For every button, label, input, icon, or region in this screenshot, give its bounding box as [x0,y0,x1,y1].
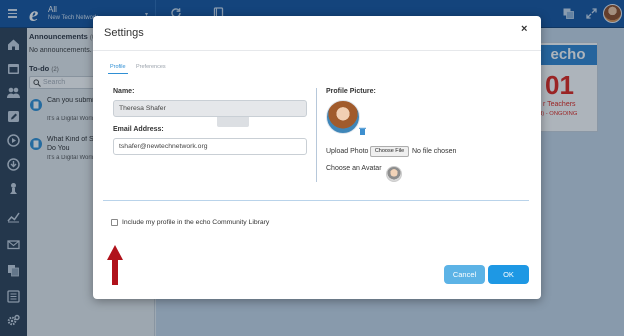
community-library-label[interactable]: Include my profile in the echo Community… [122,219,269,226]
name-label: Name: [113,88,135,95]
column-divider [316,88,317,182]
upload-photo-label: Upload Photo [326,148,369,155]
community-library-checkbox[interactable] [111,219,118,226]
avatar-option[interactable] [386,166,402,182]
profile-picture-label: Profile Picture: [326,88,376,95]
ok-button[interactable]: OK [488,265,529,284]
annotation-arrow-icon [107,245,123,285]
trash-icon[interactable] [359,127,366,135]
header-divider [93,50,541,51]
profile-picture [326,100,360,134]
name-field[interactable]: Theresa Shafer [113,100,307,117]
choose-avatar-label: Choose an Avatar [326,165,382,172]
active-tab-indicator [108,73,128,74]
close-icon[interactable]: × [521,23,527,35]
section-divider [103,200,529,201]
cancel-button[interactable]: Cancel [444,265,485,284]
settings-modal: Settings × Profile Preferences Name: The… [93,16,541,299]
tab-profile[interactable]: Profile [110,64,126,70]
email-label: Email Address: [113,126,164,133]
modal-title: Settings [104,27,144,39]
choose-file-button[interactable]: Choose File [370,146,409,157]
autofill-tab [217,117,249,127]
file-status: No file chosen [412,148,457,155]
tab-preferences[interactable]: Preferences [136,64,166,70]
email-field[interactable]: tshafer@newtechnetwork.org [113,138,307,155]
